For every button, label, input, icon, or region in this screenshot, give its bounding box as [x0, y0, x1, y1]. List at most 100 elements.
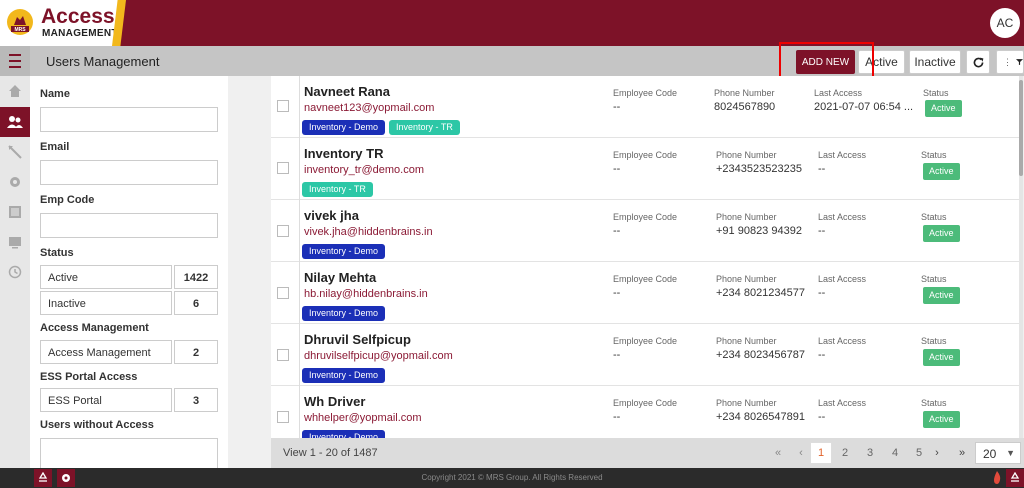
emp-code-value: --: [613, 163, 621, 175]
status-filter-inactive[interactable]: Inactive 6: [40, 291, 218, 315]
last-access-value: 2021-07-07 06:54 ...: [814, 101, 914, 113]
ess-filter-item[interactable]: ESS Portal 3: [40, 388, 218, 412]
row-checkbox[interactable]: [277, 411, 289, 423]
access-filter-item-count: 2: [174, 340, 218, 364]
user-row[interactable]: vivek jha vivek.jha@hiddenbrains.in Inve…: [271, 200, 1019, 262]
nav-monitor[interactable]: [0, 227, 30, 257]
emp-code-header: Employee Code: [613, 212, 678, 222]
user-name[interactable]: Inventory TR: [304, 146, 383, 161]
per-page-select[interactable]: 20 ▼: [975, 442, 1021, 464]
user-name[interactable]: Dhruvil Selfpicup: [304, 332, 411, 347]
footer: Copyright 2021 © MRS Group. All Rights R…: [0, 468, 1024, 488]
user-email: navneet123@yopmail.com: [304, 102, 435, 114]
gear-icon: [10, 177, 20, 187]
status-badge: Active: [923, 225, 960, 242]
recycle-button-right[interactable]: [1006, 469, 1024, 487]
user-row[interactable]: Nilay Mehta hb.nilay@hiddenbrains.in Inv…: [271, 262, 1019, 324]
last-page-button[interactable]: »: [951, 442, 973, 464]
ess-filter-item-count: 3: [174, 388, 218, 412]
nav-settings[interactable]: [0, 167, 30, 197]
email-filter-input[interactable]: [40, 160, 218, 185]
name-filter-input[interactable]: [40, 107, 218, 132]
fire-button[interactable]: [988, 469, 1006, 487]
user-row[interactable]: Navneet Rana navneet123@yopmail.com Inve…: [271, 76, 1019, 138]
phone-header: Phone Number: [716, 274, 777, 284]
emp-code-value: --: [613, 411, 621, 423]
nav-history[interactable]: [0, 257, 30, 287]
page-button[interactable]: 3: [859, 442, 881, 464]
empcode-filter-input[interactable]: [40, 213, 218, 238]
brand-subtitle: MANAGEMENT: [42, 28, 118, 39]
emp-code-value: --: [613, 101, 621, 113]
last-access-header: Last Access: [818, 150, 867, 160]
history-icon: [8, 265, 22, 279]
user-name[interactable]: Navneet Rana: [304, 84, 390, 99]
row-checkbox[interactable]: [277, 349, 289, 361]
last-access-value: --: [818, 225, 826, 237]
status-filter-item-label: Inactive: [40, 291, 172, 315]
fire-icon: [994, 471, 1001, 484]
without-access-input[interactable]: [40, 438, 218, 468]
filter-button[interactable]: ⋮: [996, 50, 1024, 74]
user-row[interactable]: Inventory TR inventory_tr@demo.com Inven…: [271, 138, 1019, 200]
per-page-value: 20: [983, 447, 997, 461]
row-checkbox[interactable]: [277, 100, 289, 112]
more-dots-icon: ⋮: [1003, 56, 1012, 67]
status-header: Status: [921, 212, 947, 222]
chevron-down-icon: ▼: [1006, 448, 1015, 458]
row-checkbox[interactable]: [277, 225, 289, 237]
last-access-value: --: [818, 163, 826, 175]
page-button[interactable]: 4: [884, 442, 906, 464]
nav-users[interactable]: [0, 107, 30, 137]
user-email: hb.nilay@hiddenbrains.in: [304, 288, 428, 300]
phone-value: +91 90823 94392: [716, 225, 802, 237]
avatar[interactable]: AC: [990, 8, 1020, 38]
last-access-value: --: [818, 411, 826, 423]
status-header: Status: [921, 398, 947, 408]
inactive-filter-button[interactable]: Inactive: [909, 50, 961, 74]
user-tags: Inventory - Demo Inventory - TR: [302, 120, 464, 135]
user-row[interactable]: Dhruvil Selfpicup dhruvilselfpicup@yopma…: [271, 324, 1019, 386]
access-filter-item[interactable]: Access Management 2: [40, 340, 218, 364]
page-title: Users Management: [46, 54, 160, 69]
nav-home[interactable]: [0, 76, 30, 106]
phone-header: Phone Number: [716, 398, 777, 408]
nav-reports[interactable]: [0, 197, 30, 227]
home-icon: [9, 85, 21, 97]
access-filter-item-label: Access Management: [40, 340, 172, 364]
filter-panel: Name Email Emp Code Status Active 1422 I…: [30, 76, 228, 468]
emp-code-header: Employee Code: [613, 336, 678, 346]
row-divider: [299, 200, 300, 262]
first-page-button[interactable]: «: [767, 442, 789, 464]
role-tag: Inventory - Demo: [302, 120, 386, 135]
list-scrollbar[interactable]: [1019, 76, 1023, 438]
next-page-button[interactable]: ›: [926, 442, 948, 464]
page-button[interactable]: 2: [834, 442, 856, 464]
funnel-icon: [1016, 59, 1023, 65]
phone-value: +234 8023456787: [716, 349, 806, 361]
status-filter-active[interactable]: Active 1422: [40, 265, 218, 289]
users-icon: [7, 116, 23, 128]
user-list-area: Navneet Rana navneet123@yopmail.com Inve…: [228, 76, 1024, 468]
user-row[interactable]: Wh Driver whhelper@yopmail.com Inventory…: [271, 386, 1019, 438]
menu-toggle-button[interactable]: [0, 46, 30, 76]
prev-page-button[interactable]: ‹: [790, 442, 812, 464]
user-name[interactable]: vivek jha: [304, 208, 359, 223]
top-bar: MRS Access MANAGEMENT AC: [0, 0, 1024, 46]
status-header: Status: [921, 274, 947, 284]
row-checkbox[interactable]: [277, 287, 289, 299]
nav-tools[interactable]: [0, 137, 30, 167]
page-button-current[interactable]: 1: [810, 442, 832, 464]
row-divider: [299, 324, 300, 386]
logo[interactable]: MRS Access MANAGEMENT: [0, 0, 124, 46]
status-badge: Active: [925, 100, 962, 117]
access-filter-label: Access Management: [40, 322, 149, 334]
phone-value: +234 8026547891: [716, 411, 806, 423]
emp-code-value: --: [613, 349, 621, 361]
scrollbar-thumb[interactable]: [1019, 80, 1023, 176]
row-checkbox[interactable]: [277, 162, 289, 174]
last-access-value: --: [818, 349, 826, 361]
user-name[interactable]: Nilay Mehta: [304, 270, 376, 285]
refresh-button[interactable]: [966, 50, 990, 74]
user-name[interactable]: Wh Driver: [304, 394, 365, 409]
